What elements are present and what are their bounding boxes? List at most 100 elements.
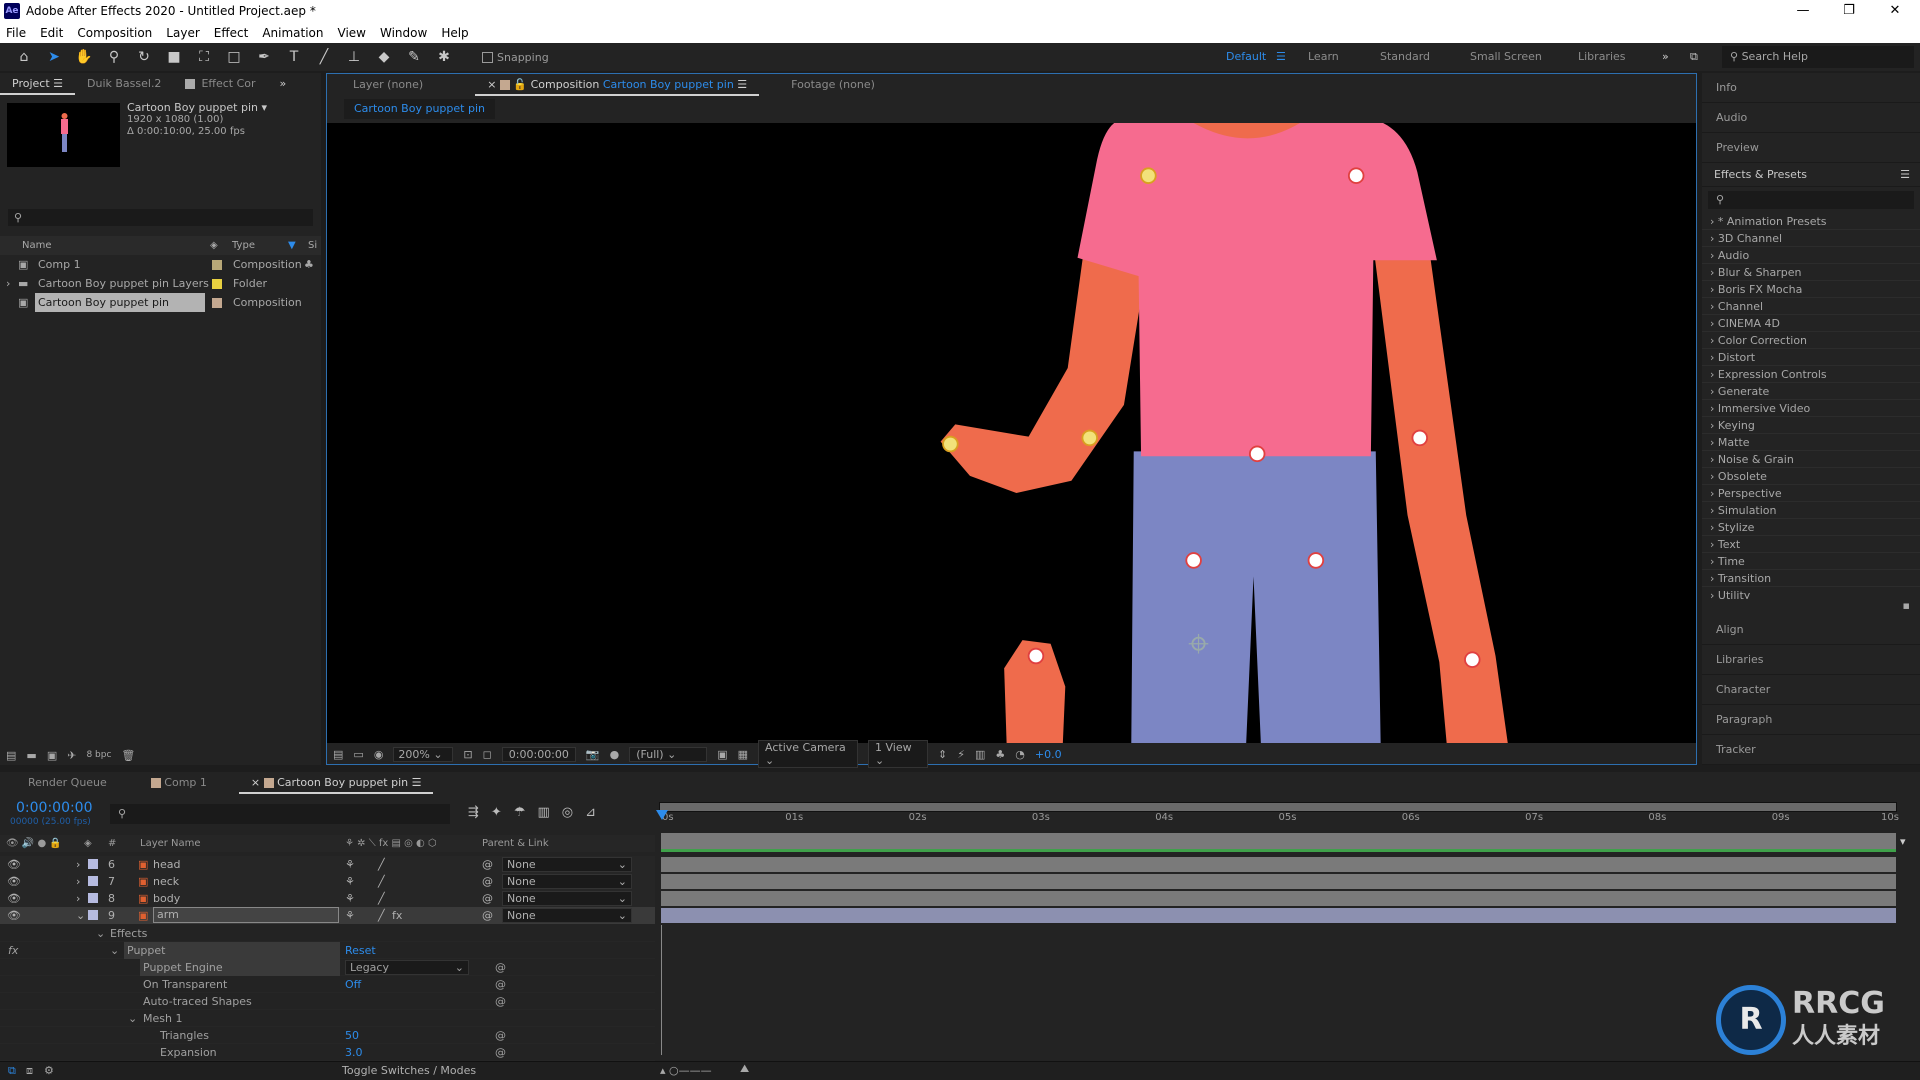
puppet-engine-dropdown[interactable]: Legacy ⌄ (345, 960, 469, 975)
flowchart-icon[interactable]: ♣ (995, 748, 1005, 761)
expand-icon[interactable]: › (6, 274, 10, 293)
panel-preview[interactable]: Preview (1702, 133, 1920, 163)
puppet-pin[interactable] (1411, 429, 1429, 447)
workspace-libraries[interactable]: Libraries (1578, 43, 1626, 71)
zoom-dropdown[interactable]: 200% ⌄ (393, 746, 454, 762)
effect-category[interactable]: › Generate (1702, 383, 1920, 400)
roto-brush-icon[interactable]: ✎ (404, 49, 424, 65)
pick-whip-icon[interactable]: @ (482, 890, 493, 907)
zoom-out-icon[interactable]: ▴ ○——— (660, 1064, 712, 1077)
shy-switch-icon[interactable]: ⚘ (345, 890, 355, 907)
home-icon[interactable]: ⌂ (14, 49, 34, 65)
sort-arrow-icon[interactable]: ▼ (288, 236, 296, 255)
panel-audio[interactable]: Audio (1702, 103, 1920, 133)
layer-row[interactable]: 👁 › 6 ▣ head ⚘ ╱ @ None ⌄ (0, 856, 655, 873)
composition-viewer[interactable] (327, 123, 1696, 743)
eraser-tool-icon[interactable]: ◆ (374, 49, 394, 65)
eye-icon[interactable]: 👁 (7, 907, 21, 924)
effect-category[interactable]: › Audio (1702, 247, 1920, 264)
checkerboard-icon[interactable]: ▦ (738, 748, 748, 761)
panel-paragraph[interactable]: Paragraph (1702, 705, 1920, 735)
menu-edit[interactable]: Edit (40, 26, 63, 40)
pan-behind-tool-icon[interactable]: ⛶ (194, 49, 214, 65)
effect-category[interactable]: › Immersive Video (1702, 400, 1920, 417)
expression-icon[interactable]: @ (495, 1027, 506, 1044)
column-name[interactable]: Name (22, 236, 52, 255)
tab-comp-1[interactable]: Comp 1 (139, 772, 219, 794)
menu-file[interactable]: File (6, 26, 26, 40)
comp-mini-flowchart-icon[interactable]: ⇶ (468, 805, 479, 820)
pick-whip-icon[interactable]: @ (482, 907, 493, 924)
in-out-icon[interactable]: ⚙ (44, 1064, 54, 1077)
puppet-effect[interactable]: Puppet (124, 942, 340, 959)
camera-tool-icon[interactable]: ■ (164, 49, 184, 65)
tab-project[interactable]: Project ☰ (0, 73, 75, 95)
effect-category[interactable]: › Transition (1702, 570, 1920, 587)
tab-composition[interactable]: × 🔓 Composition Cartoon Boy puppet pin ☰ (475, 74, 760, 96)
puppet-pin-tool-icon[interactable]: ✱ (434, 49, 454, 65)
camera-dropdown[interactable]: Active Camera ⌄ (758, 740, 859, 768)
parent-dropdown[interactable]: None ⌄ (502, 874, 632, 889)
close-icon[interactable]: ✕ (1872, 0, 1918, 22)
workspace-default[interactable]: Default (1226, 43, 1266, 71)
chevron-down-icon[interactable]: ⌄ (76, 907, 85, 924)
tab-effect-controls[interactable]: Effect Cor (173, 73, 267, 95)
close-tab-icon[interactable]: × (251, 776, 264, 789)
reset-link[interactable]: Reset (345, 942, 376, 959)
layer-switches-icon[interactable]: ⧉ (8, 1064, 16, 1078)
effect-category[interactable]: › Blur & Sharpen (1702, 264, 1920, 281)
graph-editor-icon[interactable]: ⊿ (585, 805, 596, 820)
menu-view[interactable]: View (338, 26, 366, 40)
track-arm[interactable] (661, 908, 1896, 923)
effect-category[interactable]: › Time (1702, 553, 1920, 570)
mesh-group[interactable]: Mesh 1 (143, 1010, 182, 1027)
expression-icon[interactable]: @ (495, 1044, 506, 1061)
snapping-checkbox[interactable]: Snapping (482, 51, 549, 64)
tab-layer[interactable]: Layer (none) (341, 74, 435, 96)
color-channels-icon[interactable]: ● (610, 748, 620, 761)
effect-category[interactable]: › Noise & Grain (1702, 451, 1920, 468)
label-swatch[interactable] (88, 893, 98, 903)
workspace-learn[interactable]: Learn (1308, 43, 1339, 71)
shy-layers-icon[interactable]: ☂ (514, 805, 526, 820)
project-item[interactable]: ▣ Comp 1 Composition ♣ (0, 255, 321, 274)
layer-row[interactable]: 👁 › 7 ▣ neck ⚘ ╱ @ None ⌄ (0, 873, 655, 890)
transfer-controls-icon[interactable]: ⧈ (26, 1064, 33, 1078)
effect-category[interactable]: › Obsolete (1702, 468, 1920, 485)
quality-switch-icon[interactable]: ╱ (378, 856, 385, 873)
chevron-right-icon[interactable]: › (76, 873, 80, 890)
layer-row[interactable]: 👁 › 8 ▣ body ⚘ ╱ @ None ⌄ (0, 890, 655, 907)
selection-tool-icon[interactable]: ➤ (44, 49, 64, 65)
expression-icon[interactable]: @ (495, 976, 506, 993)
puppet-pin[interactable] (1140, 167, 1157, 184)
layer-name[interactable]: neck (153, 873, 179, 890)
current-time-field[interactable]: 0:00:00:00 (501, 746, 576, 762)
workspace-standard[interactable]: Standard (1380, 43, 1430, 71)
motion-blur-icon[interactable]: ◎ (562, 805, 573, 820)
panel-tracker[interactable]: Tracker (1702, 735, 1920, 765)
interpret-footage-icon[interactable]: ▤ (6, 749, 16, 762)
shy-switch-icon[interactable]: ⚘ (345, 907, 355, 924)
mask-visibility-icon[interactable]: ◉ (374, 748, 384, 761)
panel-libraries[interactable]: Libraries (1702, 645, 1920, 675)
frame-blending-icon[interactable]: ▥ (537, 805, 549, 820)
bpc-button[interactable]: 8 bpc (86, 750, 111, 760)
reset-exposure-icon[interactable]: ◔ (1015, 748, 1025, 761)
workspace-toggle-icon[interactable]: ⧉ (1690, 43, 1698, 71)
on-transparent-value[interactable]: Off (345, 976, 361, 993)
panel-info[interactable]: Info (1702, 73, 1920, 103)
eye-icon[interactable]: 👁 (7, 890, 21, 907)
rotate-tool-icon[interactable]: ↻ (134, 49, 154, 65)
puppet-pin[interactable] (1347, 167, 1365, 184)
chevron-down-icon[interactable]: ⌄ (96, 925, 105, 942)
chevron-right-icon[interactable]: › (76, 856, 80, 873)
effect-category[interactable]: › Channel (1702, 298, 1920, 315)
quality-switch-icon[interactable]: ╱ (378, 873, 385, 890)
effect-category[interactable]: › Text (1702, 536, 1920, 553)
project-item-selected[interactable]: ▣ Cartoon Boy puppet pin Composition (0, 293, 321, 312)
menu-help[interactable]: Help (441, 26, 468, 40)
comp-breadcrumb[interactable]: Cartoon Boy puppet pin (344, 99, 495, 119)
track-neck[interactable] (661, 874, 1896, 889)
snapshot-icon[interactable]: 📷 (586, 748, 600, 761)
quality-switch-icon[interactable]: ╱ (378, 907, 385, 924)
